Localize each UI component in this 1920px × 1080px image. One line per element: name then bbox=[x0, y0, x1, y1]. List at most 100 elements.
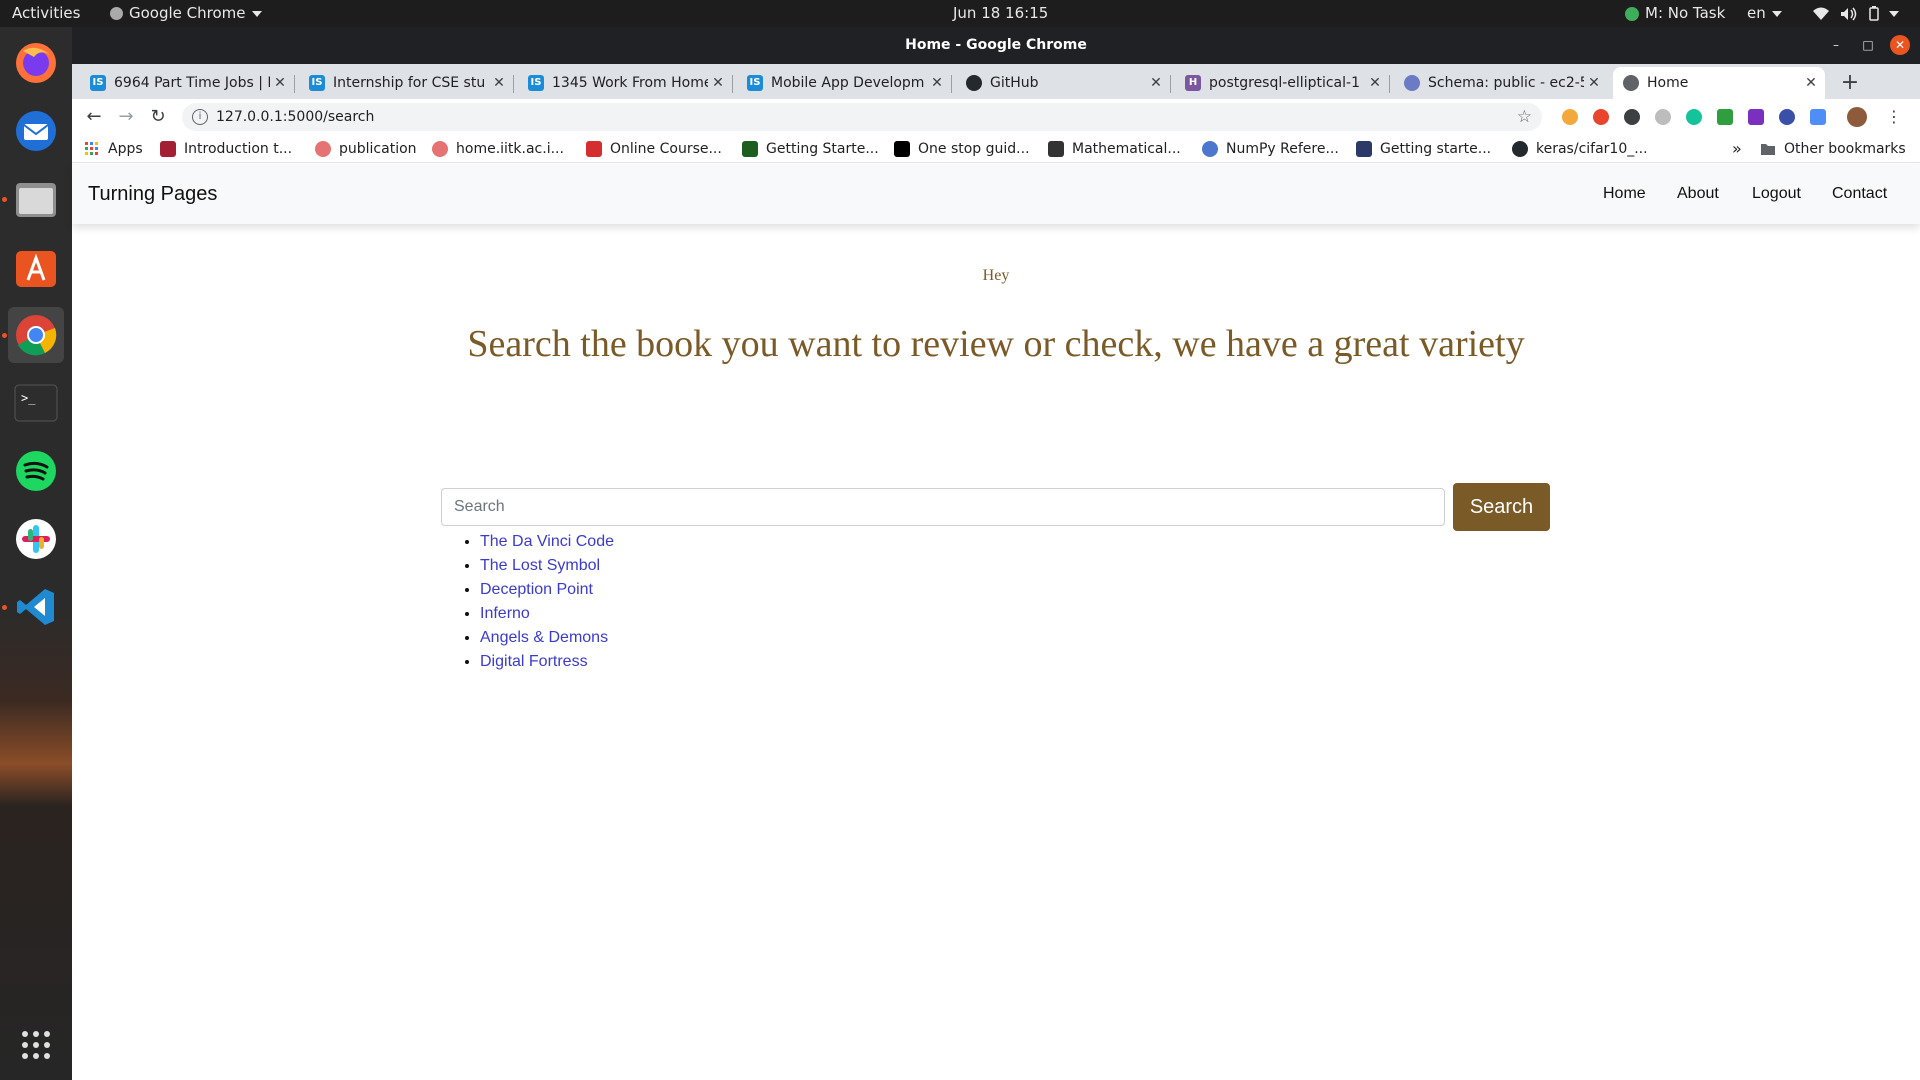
book-link[interactable]: Deception Point bbox=[480, 581, 593, 598]
bookmark-online-course[interactable]: Online Course... bbox=[586, 135, 722, 163]
close-tab-icon[interactable]: ✕ bbox=[1584, 75, 1604, 91]
extension-fire-icon[interactable] bbox=[1593, 109, 1609, 125]
app-menu[interactable]: Google Chrome bbox=[110, 0, 262, 27]
close-window-button[interactable]: ✕ bbox=[1890, 35, 1910, 55]
extension-cookie-icon[interactable] bbox=[1562, 109, 1578, 125]
tab-home[interactable]: Home ✕ bbox=[1613, 67, 1825, 99]
running-indicator bbox=[2, 197, 7, 202]
extension-translate-icon[interactable] bbox=[1810, 109, 1826, 125]
nav-about-link[interactable]: About bbox=[1677, 164, 1719, 224]
extension-rocket-icon[interactable] bbox=[1779, 109, 1795, 125]
list-item: Digital Fortress bbox=[480, 650, 614, 674]
minimize-button[interactable]: – bbox=[1826, 35, 1846, 55]
app-grid-icon[interactable] bbox=[8, 1017, 64, 1073]
extension-leaf-icon[interactable] bbox=[1655, 109, 1671, 125]
close-tab-icon[interactable]: ✕ bbox=[1365, 75, 1385, 91]
bookmark-label: keras/cifar10_... bbox=[1536, 141, 1648, 157]
site-navbar: Turning Pages Home About Logout Contact bbox=[72, 164, 1920, 224]
bookmark-keras-cifar10[interactable]: keras/cifar10_... bbox=[1512, 135, 1648, 163]
other-bookmarks[interactable]: Other bookmarks bbox=[1760, 135, 1906, 163]
forward-arrow-icon[interactable]: → bbox=[114, 105, 138, 129]
spotify-icon[interactable] bbox=[8, 443, 64, 499]
url-text[interactable]: 127.0.0.1:5000/search bbox=[216, 103, 374, 131]
nav-contact-link[interactable]: Contact bbox=[1832, 164, 1887, 224]
bookmark-apps[interactable]: Apps bbox=[84, 135, 143, 163]
bookmarks-bar: Apps Introduction t... publication home.… bbox=[72, 135, 1920, 163]
site-brand[interactable]: Turning Pages bbox=[88, 164, 217, 224]
grammarly-icon[interactable] bbox=[1686, 109, 1702, 125]
tab-work-from-home[interactable]: IS 1345 Work From Home ✕ bbox=[518, 67, 733, 99]
bookmark-introduction[interactable]: Introduction t... bbox=[160, 135, 292, 163]
nav-home-link[interactable]: Home bbox=[1603, 164, 1646, 224]
language-selector[interactable]: en bbox=[1747, 0, 1782, 27]
book-link[interactable]: Inferno bbox=[480, 605, 530, 622]
close-tab-icon[interactable]: ✕ bbox=[1801, 75, 1821, 91]
database-icon bbox=[1404, 75, 1420, 91]
close-tab-icon[interactable]: ✕ bbox=[927, 75, 947, 91]
firefox-icon[interactable] bbox=[8, 35, 64, 91]
close-tab-icon[interactable]: ✕ bbox=[1146, 75, 1166, 91]
vscode-icon[interactable] bbox=[8, 579, 64, 635]
software-center-icon[interactable] bbox=[8, 239, 64, 295]
close-tab-icon[interactable]: ✕ bbox=[270, 75, 290, 91]
thunderbird-icon[interactable] bbox=[8, 103, 64, 159]
extension-s-icon[interactable] bbox=[1748, 109, 1764, 125]
extension-g-icon[interactable] bbox=[1624, 109, 1640, 125]
close-tab-icon[interactable]: ✕ bbox=[489, 75, 509, 91]
reload-icon[interactable]: ↻ bbox=[146, 105, 170, 129]
chrome-window: Home - Google Chrome – □ ✕ IS 6964 Part … bbox=[72, 27, 1920, 1080]
close-tab-icon[interactable]: ✕ bbox=[708, 75, 728, 91]
more-bookmarks-chevron-icon[interactable]: » bbox=[1732, 135, 1742, 163]
tab-part-time-jobs[interactable]: IS 6964 Part Time Jobs | P ✕ bbox=[80, 67, 295, 99]
tab-label: 1345 Work From Home bbox=[552, 75, 708, 91]
bookmark-getting-started-1[interactable]: Getting Starte... bbox=[742, 135, 879, 163]
tab-github[interactable]: GitHub ✕ bbox=[956, 67, 1171, 99]
bookmark-label: Online Course... bbox=[610, 141, 722, 157]
bookmark-star-icon[interactable]: ☆ bbox=[1517, 103, 1532, 131]
chevron-down-icon bbox=[1889, 10, 1900, 17]
chrome-icon[interactable] bbox=[8, 307, 64, 363]
profile-avatar[interactable] bbox=[1847, 107, 1867, 127]
new-tab-button[interactable]: + bbox=[1837, 70, 1863, 96]
terminal-icon[interactable]: >_ bbox=[8, 375, 64, 431]
bookmark-favicon-icon bbox=[315, 141, 331, 157]
bookmark-home-iitk[interactable]: home.iitk.ac.i... bbox=[432, 135, 564, 163]
maximize-button[interactable]: □ bbox=[1858, 35, 1878, 55]
book-link[interactable]: The Da Vinci Code bbox=[480, 533, 614, 550]
book-link[interactable]: Digital Fortress bbox=[480, 653, 588, 670]
bookmark-label: publication bbox=[339, 141, 417, 157]
bookmark-getting-started-2[interactable]: Getting starte... bbox=[1356, 135, 1491, 163]
bookmark-mathematical[interactable]: Mathematical... bbox=[1048, 135, 1181, 163]
volume-icon bbox=[1840, 7, 1857, 20]
tab-schema-public[interactable]: Schema: public - ec2-52 ✕ bbox=[1394, 67, 1608, 99]
tab-label: postgresql-elliptical-1 bbox=[1209, 75, 1360, 91]
dock: >_ bbox=[0, 27, 72, 1080]
files-icon[interactable] bbox=[8, 171, 64, 227]
search-input[interactable] bbox=[441, 488, 1445, 526]
tab-mobile-app-development[interactable]: IS Mobile App Developm ✕ bbox=[737, 67, 952, 99]
book-link[interactable]: The Lost Symbol bbox=[480, 557, 600, 574]
clock[interactable]: Jun 18 16:15 bbox=[953, 0, 1048, 27]
bookmark-label: NumPy Refere... bbox=[1226, 141, 1339, 157]
nav-logout-link[interactable]: Logout bbox=[1752, 164, 1801, 224]
book-link[interactable]: Angels & Demons bbox=[480, 629, 608, 646]
address-bar[interactable]: i 127.0.0.1:5000/search ☆ bbox=[182, 103, 1542, 131]
site-info-icon[interactable]: i bbox=[192, 109, 208, 125]
extension-green-icon[interactable] bbox=[1717, 109, 1733, 125]
title-bar[interactable]: Home - Google Chrome – □ ✕ bbox=[72, 27, 1920, 64]
tab-postgresql[interactable]: H postgresql-elliptical-1 ✕ bbox=[1175, 67, 1390, 99]
kebab-menu-icon[interactable]: ⋮ bbox=[1882, 105, 1906, 129]
list-item: Inferno bbox=[480, 602, 614, 626]
tab-internship-cse[interactable]: IS Internship for CSE stu ✕ bbox=[299, 67, 514, 99]
browser-toolbar: ← → ↻ i 127.0.0.1:5000/search ☆ ⋮ bbox=[72, 99, 1920, 135]
task-indicator[interactable]: M: No Task bbox=[1625, 0, 1725, 27]
bookmark-label: Apps bbox=[108, 141, 143, 157]
search-button[interactable]: Search bbox=[1453, 483, 1550, 531]
system-menu[interactable] bbox=[1813, 0, 1900, 27]
bookmark-numpy-reference[interactable]: NumPy Refere... bbox=[1202, 135, 1339, 163]
slack-icon[interactable] bbox=[8, 511, 64, 567]
back-arrow-icon[interactable]: ← bbox=[82, 105, 106, 129]
activities-button[interactable]: Activities bbox=[12, 0, 80, 27]
bookmark-publication[interactable]: publication bbox=[315, 135, 417, 163]
bookmark-one-stop-guide[interactable]: One stop guid... bbox=[894, 135, 1030, 163]
